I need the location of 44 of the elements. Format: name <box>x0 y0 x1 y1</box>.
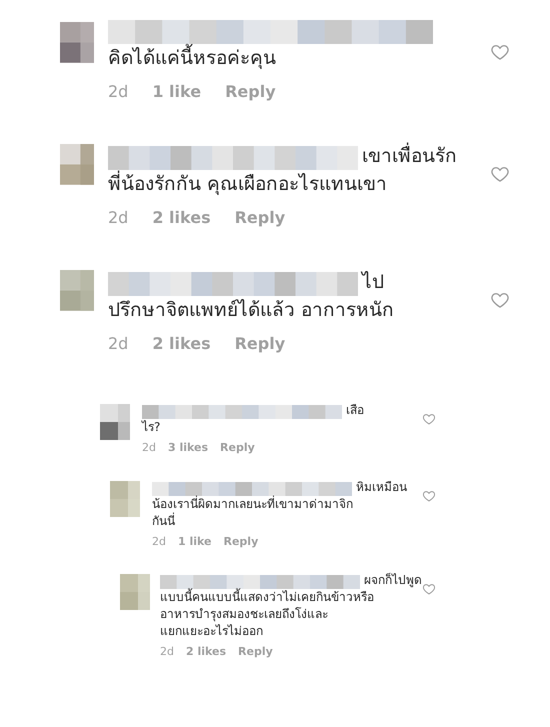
heart-icon[interactable] <box>422 582 436 596</box>
reply-link[interactable]: Reply <box>238 644 273 660</box>
comment-time: 2d <box>108 333 128 355</box>
heart-icon[interactable] <box>490 290 510 310</box>
like-count[interactable]: 1 like <box>152 80 202 104</box>
comment-text: เขาเพื่อนรัก <box>362 142 457 170</box>
like-count[interactable]: 2 likes <box>186 644 226 660</box>
comment-time: 2d <box>142 440 156 456</box>
reply-link[interactable]: Reply <box>234 206 286 230</box>
comment-text: กันนี่ <box>152 512 176 530</box>
comment-text: ผจกก็ไปพูด <box>364 572 422 588</box>
comment-time: 2d <box>108 207 128 229</box>
redacted-avatar <box>100 404 130 440</box>
comment-text: ปรึกษาจิตแพทย์ได้แล้ว อาการหนัก <box>108 298 396 323</box>
reply-link[interactable]: Reply <box>225 80 276 104</box>
redacted-avatar <box>110 480 140 516</box>
comment-text: เสือ <box>346 402 364 419</box>
comment-time: 2d <box>152 534 166 550</box>
comment-text: อาหารบำรุงสมองชะเลยถึงโง่และ <box>160 606 329 623</box>
comment-text: ไร? <box>142 419 162 436</box>
reply-link[interactable]: Reply <box>220 440 255 456</box>
reply-link[interactable]: Reply <box>224 534 258 550</box>
like-count[interactable]: 3 likes <box>168 440 208 456</box>
comment-text: น้องเรานี่ผิดมากเลยนะที่เขามาด่ามาจิก <box>152 496 354 512</box>
comment-text: คิดได้แค่นี้หรอค่ะคุน <box>108 44 490 72</box>
comment-time: 2d <box>108 81 128 103</box>
like-count[interactable]: 2 likes <box>152 332 211 356</box>
heart-icon[interactable] <box>422 412 436 426</box>
comment-time: 2d <box>160 644 174 660</box>
heart-icon[interactable] <box>490 42 510 62</box>
heart-icon[interactable] <box>490 164 510 184</box>
like-count[interactable]: 2 likes <box>152 206 211 230</box>
reply-link[interactable]: Reply <box>234 332 286 356</box>
redacted-avatar <box>60 144 94 185</box>
redacted-avatar <box>60 270 94 311</box>
like-count[interactable]: 1 like <box>178 534 212 550</box>
redacted-avatar <box>60 22 94 63</box>
comment-text: ไป <box>362 270 384 295</box>
comment-text: แบบนี้คนแบบนี้แสดงว่าไม่เคยกินข้าวหรือ <box>160 589 375 606</box>
heart-icon[interactable] <box>422 488 436 502</box>
comment-text: หิมเหมือน <box>356 478 407 496</box>
redacted-avatar <box>120 574 150 610</box>
comment-text: แยกแยะอะไรไม่ออก <box>160 623 264 640</box>
comment-text: พี่น้องรักกัน คุณเผือกอะไรแทนเขา <box>108 170 490 198</box>
